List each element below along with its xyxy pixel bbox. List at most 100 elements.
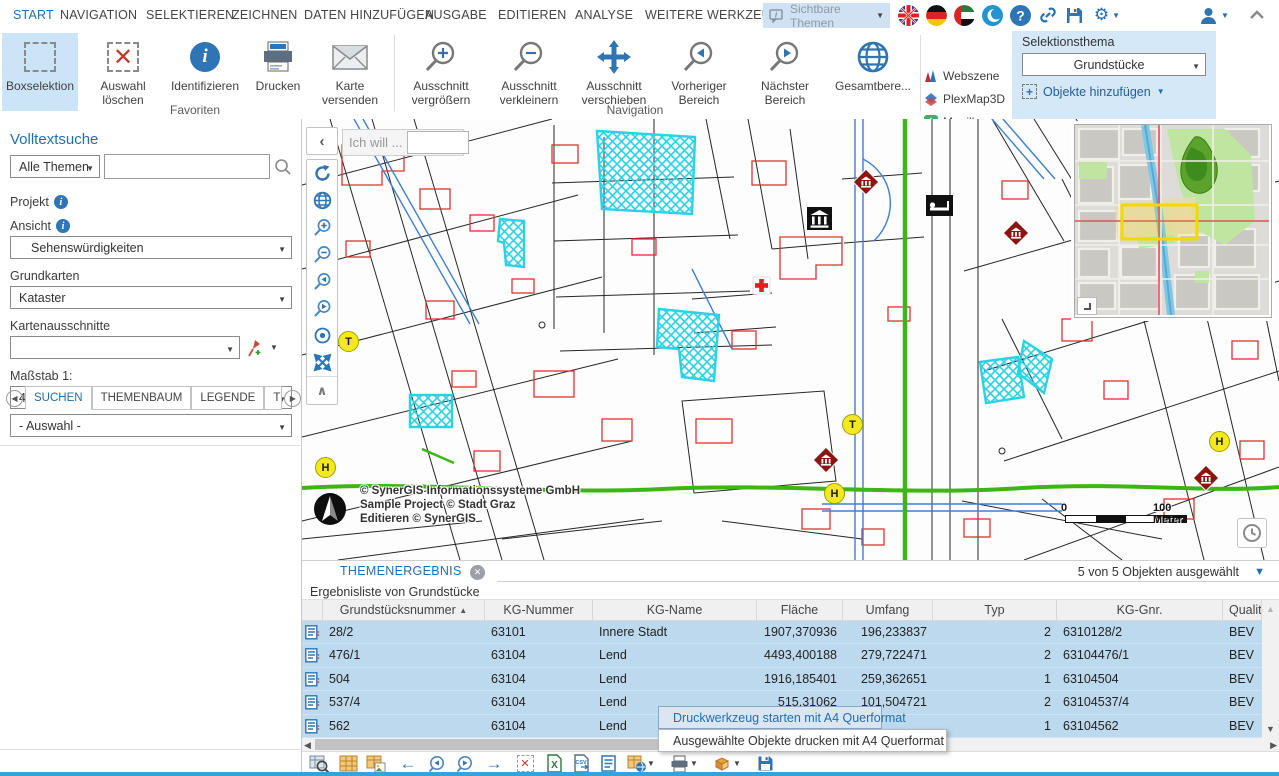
open-object-icon[interactable]	[305, 648, 320, 663]
table-view-icon[interactable]	[337, 753, 359, 774]
open-object-icon[interactable]	[305, 671, 320, 687]
flag-uae-icon[interactable]	[954, 5, 975, 26]
naechster-bereich-button[interactable]: Nächster Bereich	[752, 33, 818, 111]
envelope-icon	[332, 37, 368, 77]
column-header-umfang[interactable]: Umfang	[843, 600, 933, 621]
column-header-kg-name[interactable]: KG-Name	[593, 600, 757, 621]
search-scope-select[interactable]: Alle Themen ▼	[10, 155, 100, 178]
export-excel-icon[interactable]: X	[543, 753, 565, 774]
column-header-kg-gnr[interactable]: KG-Gnr.	[1057, 600, 1223, 621]
open-object-icon[interactable]	[305, 695, 320, 710]
auswahl-loeschen-button[interactable]: ✕ Auswahl löschen	[92, 33, 154, 111]
gesamtbereich-button[interactable]: Gesamtbere...	[832, 33, 914, 111]
map-area[interactable]: T H T H H H © SynerGIS Informationssyste…	[302, 119, 1279, 560]
share-link-icon[interactable]	[1037, 4, 1059, 26]
previous-page-icon[interactable]	[426, 753, 448, 774]
drucken-button[interactable]: Drucken	[252, 33, 304, 111]
column-header-kg-nummer[interactable]: KG-Nummer	[485, 600, 593, 621]
selektionsthema-select[interactable]: Grundstücke ▼	[1022, 53, 1206, 76]
tab-suchen[interactable]: SUCHEN	[25, 386, 92, 410]
search-icon[interactable]	[274, 158, 291, 175]
export-csv-icon[interactable]: CSV	[571, 753, 593, 774]
dark-mode-moon-icon[interactable]	[982, 5, 1003, 26]
table-row[interactable]: 476/1 63104 Lend 4493,400188 279,722471 …	[302, 644, 1262, 668]
chevron-down-icon[interactable]: ▼	[270, 343, 278, 352]
zoom-in-icon[interactable]	[307, 214, 337, 241]
center-position-icon[interactable]	[307, 322, 337, 349]
tabs-scroll-right-icon[interactable]: ▶	[284, 389, 302, 407]
tab-themen[interactable]: THEM	[264, 386, 283, 410]
table-with-image-icon[interactable]	[365, 753, 387, 774]
context-menu-item-print-tool[interactable]: Druckwerkzeug starten mit A4 Querformat	[658, 706, 906, 729]
plexmap3d-button[interactable]: PlexMap3D	[924, 87, 1010, 110]
vorheriger-bereich-button[interactable]: Vorheriger Bereich	[664, 33, 734, 111]
tab-themenergebnis[interactable]: THEMENERGEBNIS	[340, 564, 462, 578]
column-header-qualitaet[interactable]: Qualität	[1223, 600, 1262, 621]
next-extent-icon[interactable]	[307, 295, 337, 322]
time-slider-clock-icon[interactable]	[1237, 518, 1267, 548]
info-icon[interactable]: i	[56, 219, 70, 233]
save-result-icon[interactable]	[754, 753, 776, 774]
visible-themes-dropdown[interactable]: i Sichtbare Themen ▼	[763, 2, 890, 30]
next-page-icon[interactable]	[454, 753, 476, 774]
fulltext-search-input[interactable]	[104, 154, 270, 179]
map-extents-select[interactable]: ▼	[10, 336, 240, 359]
table-row[interactable]: 504 63104 Lend 1916,185401 259,362651 1 …	[302, 667, 1262, 692]
first-record-icon[interactable]: ←	[397, 753, 419, 774]
boxselektion-button[interactable]: Boxselektion	[2, 33, 78, 111]
refresh-icon[interactable]	[307, 160, 337, 187]
collapse-ribbon-icon[interactable]	[1246, 4, 1268, 26]
webszene-button[interactable]: Webszene	[924, 64, 1010, 87]
vertical-scrollbar[interactable]: ▲ ▼	[1262, 600, 1279, 738]
chevron-down-icon[interactable]: ▼	[731, 753, 743, 774]
overview-collapse-icon[interactable]	[1077, 297, 1097, 315]
column-header-icon[interactable]	[302, 600, 323, 621]
add-bookmark-pin-icon[interactable]	[246, 339, 264, 357]
table-row[interactable]: 28/2 63101 Innere Stadt 1907,370936 196,…	[302, 621, 1262, 645]
zoom-out-icon[interactable]	[307, 241, 337, 268]
flag-german-icon[interactable]	[926, 5, 947, 26]
clear-result-icon[interactable]: ✕	[514, 753, 536, 774]
i-will-input[interactable]	[407, 131, 470, 154]
flag-uk-icon[interactable]	[898, 5, 919, 26]
view-select[interactable]: Sehenswürdigkeiten ▼	[10, 236, 292, 259]
column-header-grundstuecksnummer[interactable]: Grundstücksnummer ▲	[323, 600, 485, 621]
save-session-icon[interactable]	[1063, 4, 1085, 26]
tabs-scroll-left-icon[interactable]: ◀	[6, 389, 23, 407]
identifizieren-button[interactable]: i Identifizieren	[164, 33, 246, 111]
close-results-icon[interactable]: ✕	[470, 565, 485, 580]
ausschnitt-verschieben-button[interactable]: Ausschnitt verschieben	[574, 33, 654, 111]
tab-legende[interactable]: LEGENDE	[191, 386, 265, 410]
chevron-down-icon[interactable]: ▼	[688, 753, 700, 774]
last-record-icon[interactable]: →	[483, 753, 505, 774]
basemap-select[interactable]: Kataster ▼	[10, 286, 292, 309]
context-menu-item-print-selected[interactable]: Ausgewählte Objekte drucken mit A4 Querf…	[658, 729, 947, 752]
globe-icon[interactable]	[307, 187, 337, 214]
settings-gear-button[interactable]: ⚙ ▼	[1090, 4, 1124, 26]
open-object-icon[interactable]	[305, 625, 320, 640]
info-icon[interactable]: i	[53, 195, 68, 209]
chevron-down-icon[interactable]: ▼	[645, 753, 657, 774]
zoom-to-selection-icon[interactable]	[308, 753, 330, 774]
report-icon[interactable]	[598, 753, 620, 774]
fullscreen-expand-icon[interactable]	[307, 349, 337, 376]
ausschnitt-verkleinern-button[interactable]: Ausschnitt verkleinern	[490, 33, 568, 111]
tab-themenbaum[interactable]: THEMENBAUM	[91, 386, 192, 410]
karte-versenden-button[interactable]: Karte versenden	[316, 33, 384, 111]
search-selection-select[interactable]: - Auswahl - ▼	[10, 414, 292, 437]
ausschnitt-vergroessern-button[interactable]: Ausschnitt vergrößern	[402, 33, 480, 111]
objekte-hinzufuegen-button[interactable]: + Objekte hinzufügen ▼	[1022, 84, 1206, 99]
collapse-sidebar-icon[interactable]: ‹	[306, 127, 338, 155]
column-header-flaeche[interactable]: Fläche	[757, 600, 843, 621]
user-account-button[interactable]: ▼	[1196, 4, 1232, 26]
chevron-down-icon[interactable]: ▼	[1254, 566, 1265, 578]
open-object-icon[interactable]	[305, 718, 320, 734]
previous-extent-icon[interactable]	[307, 268, 337, 295]
print-result-icon[interactable]	[668, 753, 690, 774]
i-will-searchbox[interactable]: Ich will ...	[342, 129, 470, 156]
column-header-typ[interactable]: Typ	[933, 600, 1057, 621]
export-3d-icon[interactable]	[711, 753, 733, 774]
help-icon[interactable]: ?	[1010, 5, 1031, 26]
overview-map[interactable]	[1074, 124, 1272, 318]
collapse-toolbar-icon[interactable]: ∧	[307, 376, 337, 404]
